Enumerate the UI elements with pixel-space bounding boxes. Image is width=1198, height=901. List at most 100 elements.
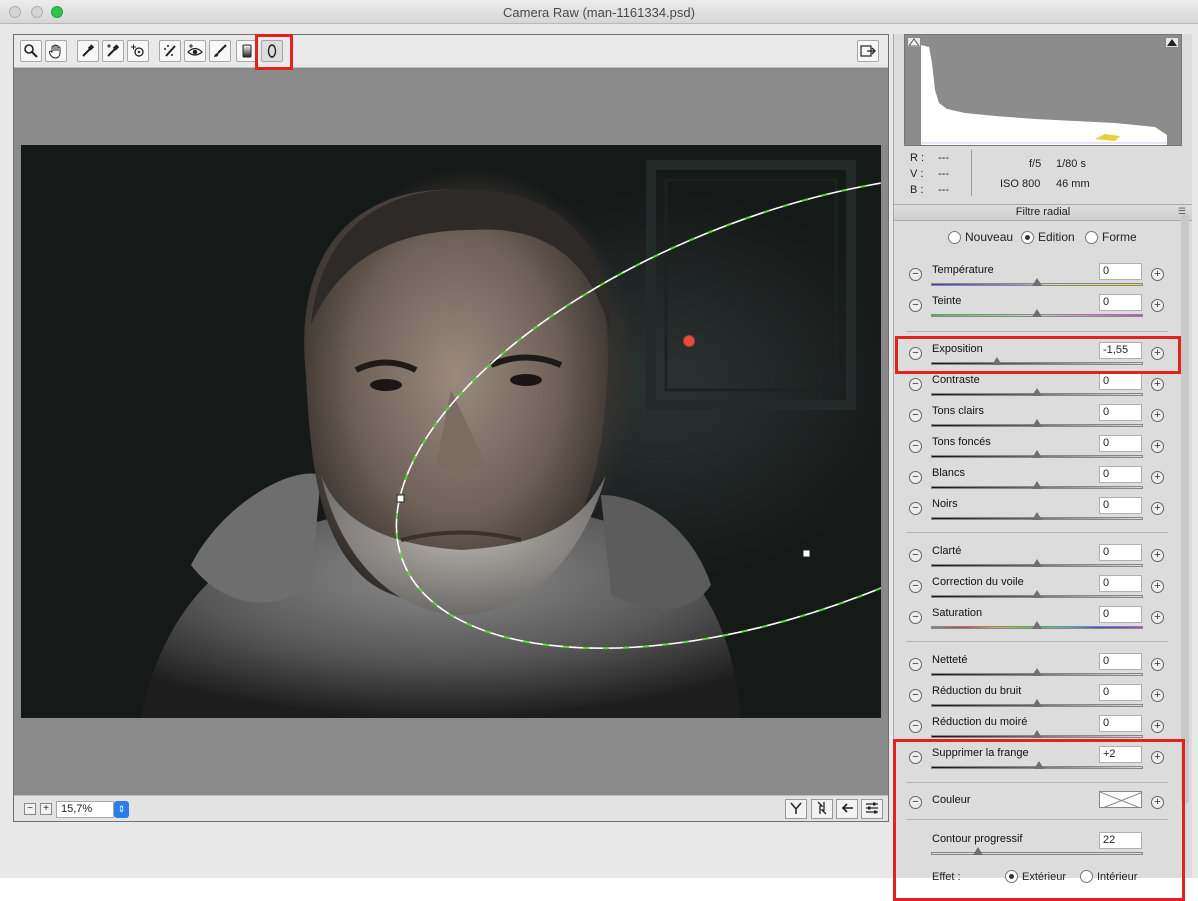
increase-button[interactable]: + xyxy=(1151,658,1164,671)
slider-thumb[interactable] xyxy=(1032,699,1042,707)
red-eye-tool[interactable] xyxy=(184,40,206,62)
decrease-button[interactable]: − xyxy=(909,502,922,515)
slider-value-field[interactable]: 0 xyxy=(1099,263,1142,280)
slider-thumb[interactable] xyxy=(1032,590,1042,598)
zoom-level-field[interactable]: 15,7% xyxy=(56,801,114,818)
copy-settings-button[interactable] xyxy=(836,799,858,819)
slider-value-field[interactable]: 0 xyxy=(1099,606,1142,623)
increase-button[interactable]: + xyxy=(1151,611,1164,624)
slider-row: − Réduction du bruit 0 + xyxy=(894,684,1192,714)
slider-value-field[interactable]: 0 xyxy=(1099,544,1142,561)
zoom-tool[interactable] xyxy=(20,40,42,62)
hand-tool[interactable] xyxy=(45,40,67,62)
swap-settings-button[interactable] xyxy=(811,799,833,819)
slider-value-field[interactable]: 0 xyxy=(1099,684,1142,701)
increase-button[interactable]: + xyxy=(1151,440,1164,453)
highlight-radial-tool xyxy=(255,34,293,70)
compare-y-button[interactable] xyxy=(785,799,807,819)
zoom-out-button[interactable]: − xyxy=(24,803,36,815)
preview-preferences-button[interactable] xyxy=(861,799,883,819)
slider-label: Réduction du moiré xyxy=(932,716,1028,728)
increase-button[interactable]: + xyxy=(1151,471,1164,484)
slider-value-field[interactable]: 0 xyxy=(1099,294,1142,311)
camera-info: R : --- V : --- B : --- f/5 1/80 s ISO 8… xyxy=(904,148,1182,200)
decrease-button[interactable]: − xyxy=(909,409,922,422)
panel-scrollbar[interactable] xyxy=(1180,214,1190,814)
slider-value-field[interactable]: 0 xyxy=(1099,373,1142,390)
shadow-clipping-toggle[interactable] xyxy=(907,37,921,48)
mode-nouveau-label: Nouveau xyxy=(965,230,1014,244)
decrease-button[interactable]: − xyxy=(909,689,922,702)
radio-edition[interactable] xyxy=(1021,230,1034,244)
radial-filter-pin[interactable] xyxy=(683,335,695,347)
slider-thumb[interactable] xyxy=(1032,668,1042,676)
mode-edition[interactable]: Edition xyxy=(1021,230,1075,244)
increase-button[interactable]: + xyxy=(1151,549,1164,562)
zoom-dropdown-icon[interactable]: ⇕ xyxy=(114,801,129,818)
decrease-button[interactable]: − xyxy=(909,378,922,391)
increase-button[interactable]: + xyxy=(1151,409,1164,422)
highlight-clipping-toggle[interactable] xyxy=(1165,37,1179,48)
zoom-in-button[interactable]: + xyxy=(40,803,52,815)
radio-forme[interactable] xyxy=(1085,230,1098,244)
preview-pane: − + 15,7% ⇕ xyxy=(13,34,889,822)
color-sampler-tool[interactable] xyxy=(102,40,124,62)
adjustment-brush-tool[interactable] xyxy=(209,40,231,62)
slider-label: Noirs xyxy=(932,498,958,510)
increase-button[interactable]: + xyxy=(1151,502,1164,515)
radial-handle-left[interactable] xyxy=(396,494,405,503)
eyedropper-plus-icon xyxy=(107,44,120,57)
slider-value-field[interactable]: 0 xyxy=(1099,435,1142,452)
increase-button[interactable]: + xyxy=(1151,580,1164,593)
increase-button[interactable]: + xyxy=(1151,720,1164,733)
decrease-button[interactable]: − xyxy=(909,299,922,312)
slider-thumb[interactable] xyxy=(1032,450,1042,458)
slider-thumb[interactable] xyxy=(1032,559,1042,567)
adjustment-panel: R : --- V : --- B : --- f/5 1/80 s ISO 8… xyxy=(893,34,1192,901)
slider-thumb[interactable] xyxy=(1032,730,1042,738)
decrease-button[interactable]: − xyxy=(909,580,922,593)
spot-brush-icon xyxy=(164,45,176,57)
slider-thumb[interactable] xyxy=(1032,309,1042,317)
spot-removal-tool[interactable] xyxy=(159,40,181,62)
slider-value-field[interactable]: 0 xyxy=(1099,653,1142,670)
section-divider xyxy=(906,532,1168,533)
slider-thumb[interactable] xyxy=(1032,481,1042,489)
y-compare-icon xyxy=(790,802,802,814)
increase-button[interactable]: + xyxy=(1151,378,1164,391)
slider-thumb[interactable] xyxy=(1032,419,1042,427)
increase-button[interactable]: + xyxy=(1151,268,1164,281)
radial-handle-right[interactable] xyxy=(802,549,811,558)
increase-button[interactable]: + xyxy=(1151,299,1164,312)
radial-filter-overlay[interactable] xyxy=(21,145,881,718)
preview-image[interactable] xyxy=(21,145,881,718)
scrollbar-thumb[interactable] xyxy=(1181,214,1189,804)
decrease-button[interactable]: − xyxy=(909,611,922,624)
targeted-adjustment-tool[interactable] xyxy=(127,40,149,62)
slider-value-field[interactable]: 0 xyxy=(1099,497,1142,514)
mode-forme[interactable]: Forme xyxy=(1085,230,1137,244)
slider-value-field[interactable]: 0 xyxy=(1099,715,1142,732)
toggle-fullscreen-button[interactable] xyxy=(857,40,879,62)
slider-row: − Blancs 0 + xyxy=(894,466,1192,496)
mode-nouveau[interactable]: Nouveau xyxy=(948,230,1013,244)
slider-thumb[interactable] xyxy=(1032,388,1042,396)
slider-thumb[interactable] xyxy=(1032,512,1042,520)
status-bar: − + 15,7% ⇕ xyxy=(14,795,888,821)
slider-value-field[interactable]: 0 xyxy=(1099,466,1142,483)
slider-thumb[interactable] xyxy=(1032,621,1042,629)
fullscreen-icon xyxy=(860,45,876,57)
slider-value-field[interactable]: 0 xyxy=(1099,404,1142,421)
slider-value-field[interactable]: 0 xyxy=(1099,575,1142,592)
increase-button[interactable]: + xyxy=(1151,689,1164,702)
sliders-icon xyxy=(866,802,878,814)
decrease-button[interactable]: − xyxy=(909,720,922,733)
radio-nouveau[interactable] xyxy=(948,230,961,244)
white-balance-tool[interactable] xyxy=(77,40,99,62)
decrease-button[interactable]: − xyxy=(909,471,922,484)
slider-thumb[interactable] xyxy=(1032,278,1042,286)
decrease-button[interactable]: − xyxy=(909,440,922,453)
decrease-button[interactable]: − xyxy=(909,658,922,671)
decrease-button[interactable]: − xyxy=(909,268,922,281)
decrease-button[interactable]: − xyxy=(909,549,922,562)
